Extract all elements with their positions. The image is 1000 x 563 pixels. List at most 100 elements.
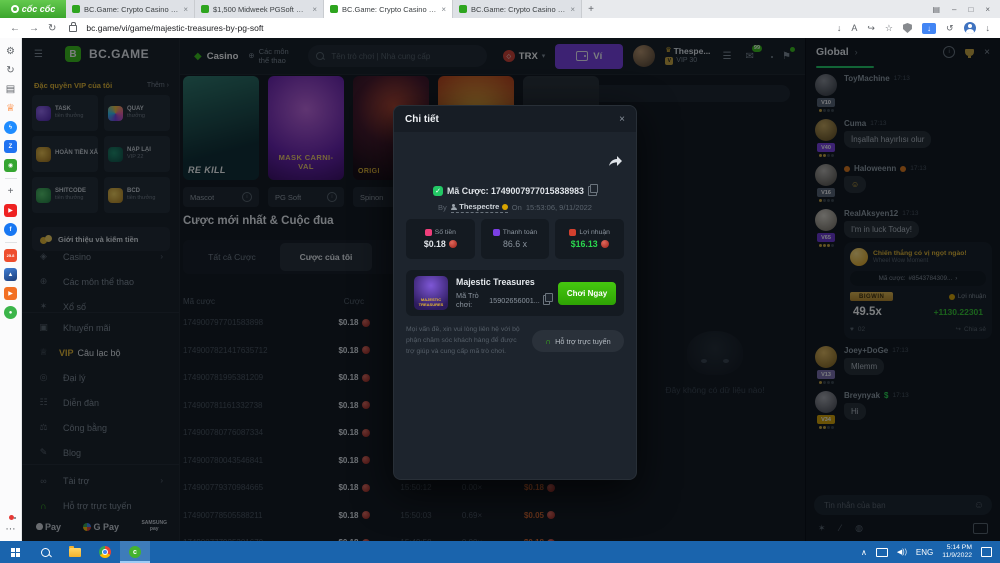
tv-shortcut-icon[interactable]: ▶ xyxy=(4,287,17,300)
reload-icon[interactable]: ↻ xyxy=(48,23,56,34)
bookmark-star-icon[interactable]: ☆ xyxy=(885,23,893,34)
back-icon[interactable]: ← xyxy=(10,23,20,34)
downloads-icon[interactable]: ↓ xyxy=(986,23,991,33)
history-icon[interactable]: ↻ xyxy=(4,64,17,77)
game-info-card: MAJESTIC TREASURES Majestic Treasures Mã… xyxy=(406,270,624,316)
bet-stats-row: Số tiền $0.18 Thanh toán 86.6 x Lợi nhuậ… xyxy=(406,219,624,259)
forward-icon[interactable]: → xyxy=(29,23,39,34)
live-support-button[interactable]: ∩Hỗ trợ trực tuyến xyxy=(532,330,624,352)
folder-icon xyxy=(69,548,81,557)
help-row: Mọi vấn đề, xin vui lòng liên hệ với bộ … xyxy=(406,325,624,358)
windows-taskbar: c ∧ ◀)) ENG 5:14 PM11/9/2022 xyxy=(0,541,1000,563)
file-explorer-button[interactable] xyxy=(60,541,90,563)
zalo-icon[interactable]: Z xyxy=(4,140,17,153)
game-thumbnail[interactable]: MAJESTIC TREASURES xyxy=(414,276,448,310)
stat-payout: Thanh toán 86.6 x xyxy=(481,219,550,259)
hidden-icons-chevron[interactable]: ∧ xyxy=(861,548,867,557)
youtube-icon[interactable]: ▶ xyxy=(4,204,17,217)
save-page-icon[interactable]: ↓ xyxy=(837,23,842,33)
maximize-icon[interactable]: □ xyxy=(968,5,973,14)
shopee-icon[interactable]: 25.8 xyxy=(4,249,17,262)
close-icon[interactable]: × xyxy=(985,5,990,14)
browser-tab-strip: cốc cốc BC.Game: Crypto Casino Gam× $1,5… xyxy=(0,0,1000,18)
person-icon xyxy=(451,204,457,210)
translate-icon[interactable]: A xyxy=(851,23,857,33)
bet-details-modal: Chi tiết × ✓ Mã Cược: 174900797701583898… xyxy=(393,105,637,480)
chrome-button[interactable] xyxy=(90,541,120,563)
divider xyxy=(5,242,17,243)
search-icon xyxy=(41,548,50,557)
copy-icon[interactable] xyxy=(588,186,597,196)
bcgame-favicon xyxy=(330,5,338,13)
messenger-icon[interactable]: ϟ xyxy=(4,121,17,134)
bcgame-page: ☰ B BC.GAME Đặc quyền VIP của tôi Thêm ›… xyxy=(22,38,1000,541)
tab-close-icon[interactable]: × xyxy=(183,5,188,14)
coccoc-logo[interactable]: cốc cốc xyxy=(0,0,66,18)
browser-tab-1[interactable]: BC.Game: Crypto Casino Gam× xyxy=(66,0,195,18)
help-text: Mọi vấn đề, xin vui lòng liên hệ với bộ … xyxy=(406,325,524,358)
play-now-button[interactable]: Chơi Ngay xyxy=(558,282,616,305)
stat-amount: Số tiền $0.18 xyxy=(406,219,475,259)
action-center-icon[interactable] xyxy=(981,547,992,557)
minimize-icon[interactable]: – xyxy=(952,5,956,14)
new-tab-button[interactable]: + xyxy=(582,0,600,18)
bettor-link[interactable]: Thespectre xyxy=(451,202,508,213)
tab-close-icon[interactable]: × xyxy=(570,5,575,14)
lock-icon[interactable] xyxy=(69,25,77,32)
coccoc-icon xyxy=(11,5,19,13)
payout-icon xyxy=(493,229,500,236)
chat-app-icon[interactable]: ● xyxy=(4,306,17,319)
coccoc-button-active[interactable]: c xyxy=(120,541,150,563)
facebook-icon[interactable]: f xyxy=(4,223,17,236)
game-name: Majestic Treasures xyxy=(456,277,550,287)
browser-profile-avatar[interactable] xyxy=(964,22,976,34)
modal-close-icon[interactable]: × xyxy=(619,114,625,125)
notification-dot xyxy=(9,515,14,520)
adblock-shield-icon[interactable] xyxy=(903,23,912,33)
browser-tab-4[interactable]: BC.Game: Crypto Casino Gam× xyxy=(453,0,582,18)
url-text[interactable]: bc.game/vi/game/majestic-treasures-by-pg… xyxy=(86,23,263,33)
stat-profit: Lợi nhuận $16.13 xyxy=(555,219,624,259)
medal-icon xyxy=(502,204,508,210)
bcgame-favicon xyxy=(201,5,209,13)
settings-gear-icon[interactable]: ⚙ xyxy=(4,45,17,58)
volume-icon[interactable]: ◀)) xyxy=(897,548,907,556)
taskbar-clock[interactable]: 5:14 PM11/9/2022 xyxy=(942,544,972,561)
browser-tab-3-active[interactable]: BC.Game: Crypto Casino Gam× xyxy=(324,0,453,18)
amount-icon xyxy=(425,229,432,236)
start-button[interactable] xyxy=(0,541,30,563)
bcgame-favicon xyxy=(72,5,80,13)
feed-icon[interactable]: ▤ xyxy=(4,83,17,96)
tab-search-icon[interactable]: ▤ xyxy=(932,5,940,14)
add-shortcut-icon[interactable]: + xyxy=(4,185,17,198)
system-tray: ∧ ◀)) ENG 5:14 PM11/9/2022 xyxy=(861,544,1000,561)
windows-logo-icon xyxy=(11,548,20,557)
browser-address-bar: ← → ↻ bc.game/vi/game/majestic-treasures… xyxy=(0,18,1000,39)
bcgame-favicon xyxy=(459,5,467,13)
divider xyxy=(5,178,17,179)
browser-side-rail: ⚙ ↻ ▤ ♕ ϟ Z ◉ + ▶ f 25.8 ▲ ▶ ● ⋯ xyxy=(0,38,22,541)
share-icon[interactable]: ↪ xyxy=(867,23,875,34)
copy-icon[interactable] xyxy=(543,295,550,305)
bet-id-row: ✓ Mã Cược: 1749007977015838983 xyxy=(394,186,636,196)
share-icon[interactable] xyxy=(609,154,622,172)
sync-icon[interactable]: ↺ xyxy=(946,23,954,34)
network-icon[interactable] xyxy=(876,548,888,557)
toolbar-icons: ↓ A ↪ ☆ ↓ ↺ ↓ xyxy=(837,22,990,34)
download-extension-icon[interactable]: ↓ xyxy=(922,23,936,34)
modal-header: Chi tiết × xyxy=(394,106,636,132)
window-controls: ▤ – □ × xyxy=(922,0,1000,18)
language-indicator[interactable]: ENG xyxy=(916,548,933,557)
profit-icon xyxy=(569,229,576,236)
verified-shield-icon: ✓ xyxy=(433,186,443,196)
photo-shortcut-icon[interactable]: ▲ xyxy=(4,268,17,281)
browser-tab-2[interactable]: $1,500 Midweek PGSoft Mult× xyxy=(195,0,324,18)
tab-close-icon[interactable]: × xyxy=(312,5,317,14)
taskbar-search-button[interactable] xyxy=(30,541,60,563)
bet-by-row: By Thespectre On 15:53:06, 9/11/2022 xyxy=(394,202,636,213)
more-icon[interactable]: ⋯ xyxy=(4,523,17,536)
tab-close-icon[interactable]: × xyxy=(441,5,446,14)
bet-datetime: 15:53:06, 9/11/2022 xyxy=(526,203,592,212)
games-icon[interactable]: ◉ xyxy=(4,159,17,172)
hot-crown-icon[interactable]: ♕ xyxy=(4,102,17,115)
